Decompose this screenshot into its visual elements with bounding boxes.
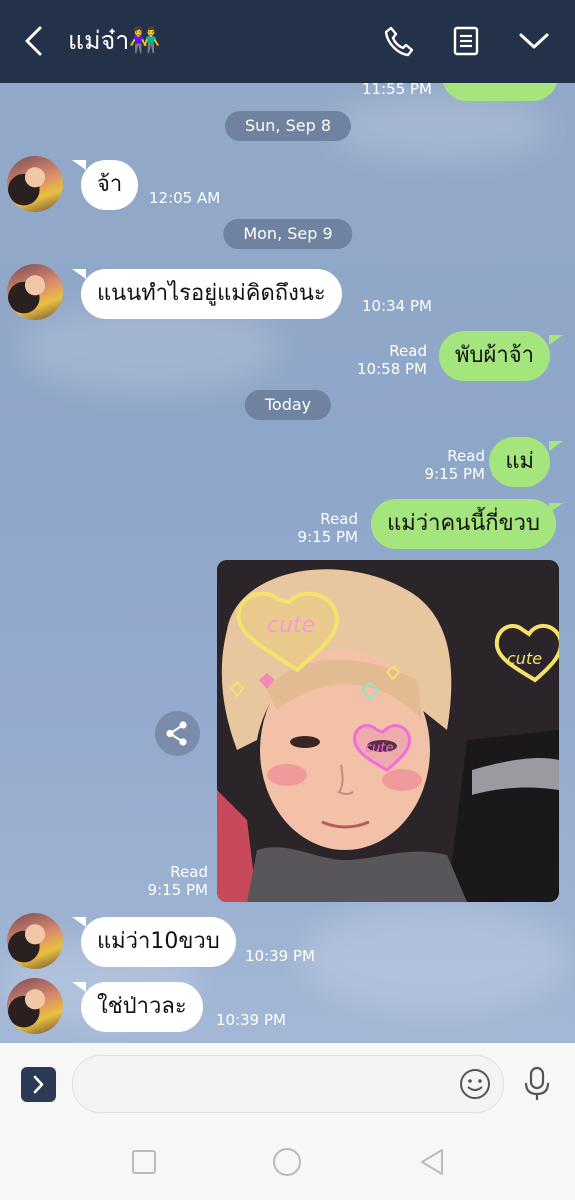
message-input[interactable]: [72, 1055, 504, 1113]
contact-avatar[interactable]: [7, 156, 63, 212]
incoming-message[interactable]: แม่ว่า10ขวบ: [81, 917, 236, 967]
message-time: 9:15 PM: [424, 465, 485, 483]
message-time: 12:05 AM: [149, 189, 221, 207]
date-separator: Today: [244, 390, 332, 420]
back-icon[interactable]: [416, 1146, 448, 1178]
background-cloud: [300, 903, 570, 1013]
message-time: 9:15 PM: [147, 881, 208, 899]
outgoing-message[interactable]: แม่: [489, 437, 550, 487]
incoming-message[interactable]: จ้า: [81, 160, 139, 210]
message-time: 10:34 PM: [362, 297, 432, 315]
message-time: 10:39 PM: [245, 947, 315, 965]
message-time: 10:39 PM: [216, 1011, 286, 1029]
chevron-left-icon[interactable]: [18, 24, 50, 58]
recent-apps-icon[interactable]: [128, 1146, 160, 1178]
read-status: Read: [320, 510, 358, 528]
incoming-message[interactable]: แนนทำไรอยู่แม่คิดถึงนะ: [81, 269, 342, 319]
outgoing-message-partial[interactable]: [442, 83, 558, 101]
phone-icon[interactable]: [382, 24, 416, 58]
background-cloud: [330, 93, 550, 163]
bubble-tail: [549, 335, 563, 345]
shared-photo[interactable]: cute cute cute: [217, 560, 559, 902]
chat-title[interactable]: แม่จ๋า👫: [68, 24, 160, 58]
date-separator: Sun, Sep 8: [224, 111, 352, 141]
microphone-icon[interactable]: [521, 1065, 553, 1103]
input-bar: [0, 1043, 575, 1200]
read-status: Read: [170, 863, 208, 881]
incoming-message[interactable]: ใช่ป่าวละ: [81, 982, 203, 1032]
message-time: 10:58 PM: [357, 360, 427, 378]
photo-sticker-text: cute: [365, 741, 393, 756]
read-status: Read: [389, 342, 427, 360]
chat-header: แม่จ๋า👫: [0, 0, 575, 83]
photo-sticker-text: cute: [507, 649, 542, 668]
contact-avatar[interactable]: [7, 978, 63, 1034]
bubble-tail: [549, 503, 563, 513]
contact-avatar[interactable]: [7, 264, 63, 320]
contact-avatar[interactable]: [7, 913, 63, 969]
message-time: 11:55 PM: [362, 83, 432, 98]
share-button[interactable]: [155, 711, 200, 756]
bubble-tail: [72, 269, 86, 279]
outgoing-message[interactable]: พับผ้าจ้า: [439, 331, 550, 381]
notes-icon[interactable]: [449, 24, 483, 58]
chat-area[interactable]: 11:55 PM Sun, Sep 8 จ้า 12:05 AM Mon, Se…: [0, 83, 575, 1043]
bubble-tail: [72, 917, 86, 927]
home-icon[interactable]: [271, 1146, 303, 1178]
bubble-tail: [72, 982, 86, 992]
chevron-right-icon: [33, 1075, 44, 1094]
smiley-icon[interactable]: [459, 1068, 491, 1100]
photo-content: cute cute cute: [217, 560, 559, 902]
outgoing-message[interactable]: แม่ว่าคนนี้กี่ขวบ: [371, 499, 556, 549]
bubble-tail: [549, 441, 563, 451]
photo-sticker-text: cute: [267, 613, 315, 638]
chevron-down-icon[interactable]: [517, 24, 551, 58]
message-time: 9:15 PM: [297, 528, 358, 546]
read-status: Read: [447, 447, 485, 465]
bubble-tail: [72, 160, 86, 170]
expand-button[interactable]: [21, 1067, 56, 1102]
share-icon: [166, 721, 187, 746]
date-separator: Mon, Sep 9: [223, 219, 353, 249]
